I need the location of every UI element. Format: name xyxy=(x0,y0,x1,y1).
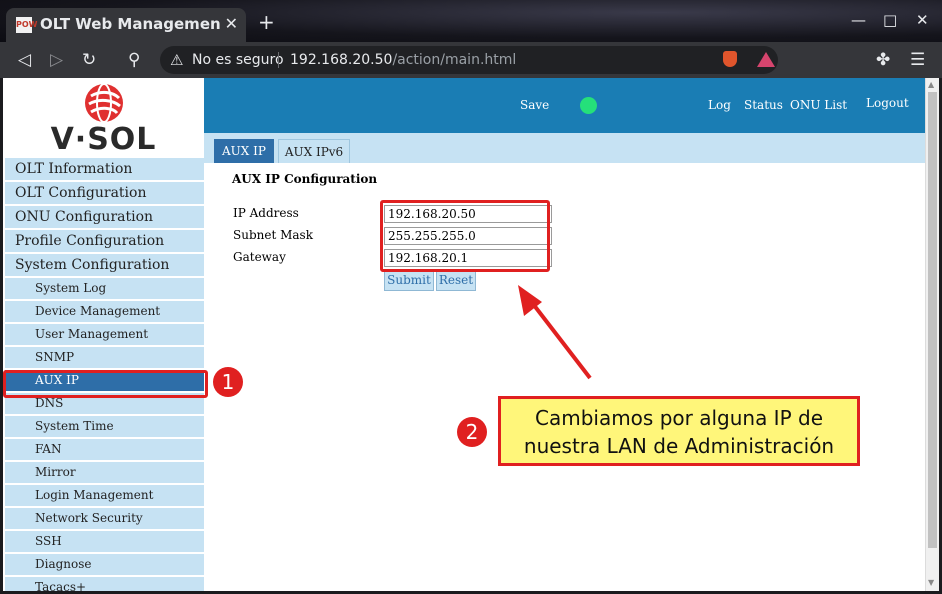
close-window-icon[interactable]: ✕ xyxy=(916,11,929,29)
submenu-item-ssh[interactable]: SSH xyxy=(5,531,204,552)
submit-button[interactable]: Submit xyxy=(384,271,434,291)
scrollbar-thumb[interactable] xyxy=(928,92,937,548)
divider xyxy=(278,52,279,68)
submenu-item-system-log[interactable]: System Log xyxy=(5,278,204,299)
submenu-item-login-management[interactable]: Login Management xyxy=(5,485,204,506)
reload-icon[interactable]: ↻ xyxy=(82,50,96,70)
onu-list-link[interactable]: ONU List xyxy=(790,98,847,112)
submenu-item-fan[interactable]: FAN xyxy=(5,439,204,460)
callout-line-1: Cambiamos por alguna IP de xyxy=(534,406,823,430)
menu-item-onu-configuration[interactable]: ONU Configuration xyxy=(5,206,204,228)
submenu-item-mirror[interactable]: Mirror xyxy=(5,462,204,483)
logout-link[interactable]: Logout xyxy=(866,96,909,110)
callout-line-2: nuestra LAN de Administración xyxy=(523,434,835,458)
step-badge-2: 2 xyxy=(457,417,487,447)
subnet-mask-label: Subnet Mask xyxy=(233,228,313,242)
menu-item-olt-information[interactable]: OLT Information xyxy=(5,158,204,180)
highlight-aux-ip xyxy=(3,370,208,398)
save-link[interactable]: Save xyxy=(520,98,549,112)
url-text[interactable]: 192.168.20.50/action/main.html xyxy=(290,52,516,68)
brave-rewards-icon[interactable] xyxy=(757,52,775,67)
step-badge-1: 1 xyxy=(213,367,243,397)
vsol-logo: V·SOL xyxy=(3,78,204,158)
highlight-ip-fields xyxy=(380,200,550,272)
brave-shield-icon[interactable] xyxy=(723,51,737,67)
section-title: AUX IP Configuration xyxy=(232,172,378,186)
back-icon[interactable]: ◁ xyxy=(18,50,31,70)
submenu-item-network-security[interactable]: Network Security xyxy=(5,508,204,529)
menu-item-olt-configuration[interactable]: OLT Configuration xyxy=(5,182,204,204)
tab-aux-ipv6[interactable]: AUX IPv6 xyxy=(278,139,350,163)
submenu-item-diagnose[interactable]: Diagnose xyxy=(5,554,204,575)
forward-icon[interactable]: ▷ xyxy=(50,50,63,70)
sidebar: V·SOL OLT Information OLT Configuration … xyxy=(3,78,204,591)
tab-bar: AUX IP AUX IPv6 xyxy=(204,133,926,163)
security-status[interactable]: No es seguro xyxy=(192,52,284,68)
tab-close-icon[interactable]: ✕ xyxy=(225,14,238,33)
tab-title: OLT Web Management Int xyxy=(40,15,220,33)
reset-button[interactable]: Reset xyxy=(436,271,476,291)
page-scrollbar[interactable]: ▲ ▼ xyxy=(925,78,939,591)
new-tab-button[interactable]: + xyxy=(258,12,275,32)
submenu-item-system-time[interactable]: System Time xyxy=(5,416,204,437)
submenu-item-snmp[interactable]: SNMP xyxy=(5,347,204,368)
submenu-item-device-management[interactable]: Device Management xyxy=(5,301,204,322)
save-status-indicator xyxy=(580,97,597,114)
submenu-item-user-management[interactable]: User Management xyxy=(5,324,204,345)
log-link[interactable]: Log xyxy=(708,98,731,112)
menu-item-profile-configuration[interactable]: Profile Configuration xyxy=(5,230,204,252)
address-bar[interactable]: ⚠ No es seguro 192.168.20.50/action/main… xyxy=(160,46,778,74)
gateway-label: Gateway xyxy=(233,250,286,264)
main-content: Save Log Status ONU List Logout AUX IP A… xyxy=(204,78,926,591)
minimize-icon[interactable]: — xyxy=(851,11,866,29)
status-link[interactable]: Status xyxy=(744,98,783,112)
page-viewport: V·SOL OLT Information OLT Configuration … xyxy=(3,78,939,591)
top-header: Save Log Status ONU List Logout xyxy=(204,78,926,133)
menu-icon[interactable]: ☰ xyxy=(910,50,925,70)
bookmark-icon[interactable]: ⚲ xyxy=(128,50,140,70)
tab-aux-ip[interactable]: AUX IP xyxy=(214,139,274,163)
scroll-up-icon[interactable]: ▲ xyxy=(928,80,934,89)
annotation-callout: Cambiamos por alguna IP de nuestra LAN d… xyxy=(498,396,860,466)
browser-tab[interactable]: POW OLT Web Management Int ✕ xyxy=(6,8,246,42)
warning-icon[interactable]: ⚠ xyxy=(170,51,183,69)
logo-text: V·SOL xyxy=(50,122,157,157)
extensions-icon[interactable]: ✤ xyxy=(876,50,890,70)
scroll-down-icon[interactable]: ▼ xyxy=(928,578,934,587)
menu-item-system-configuration[interactable]: System Configuration xyxy=(5,254,204,276)
browser-titlebar: POW OLT Web Management Int ✕ + — □ ✕ xyxy=(0,0,942,42)
vsol-logo-icon xyxy=(85,83,123,123)
ip-address-label: IP Address xyxy=(233,206,299,220)
favicon-icon: POW xyxy=(16,17,38,33)
browser-toolbar: ◁ ▷ ↻ ⚲ ⚠ No es seguro 192.168.20.50/act… xyxy=(0,42,942,78)
maximize-icon[interactable]: □ xyxy=(883,11,897,29)
submenu-item-tacacs[interactable]: Tacacs+ xyxy=(5,577,204,591)
